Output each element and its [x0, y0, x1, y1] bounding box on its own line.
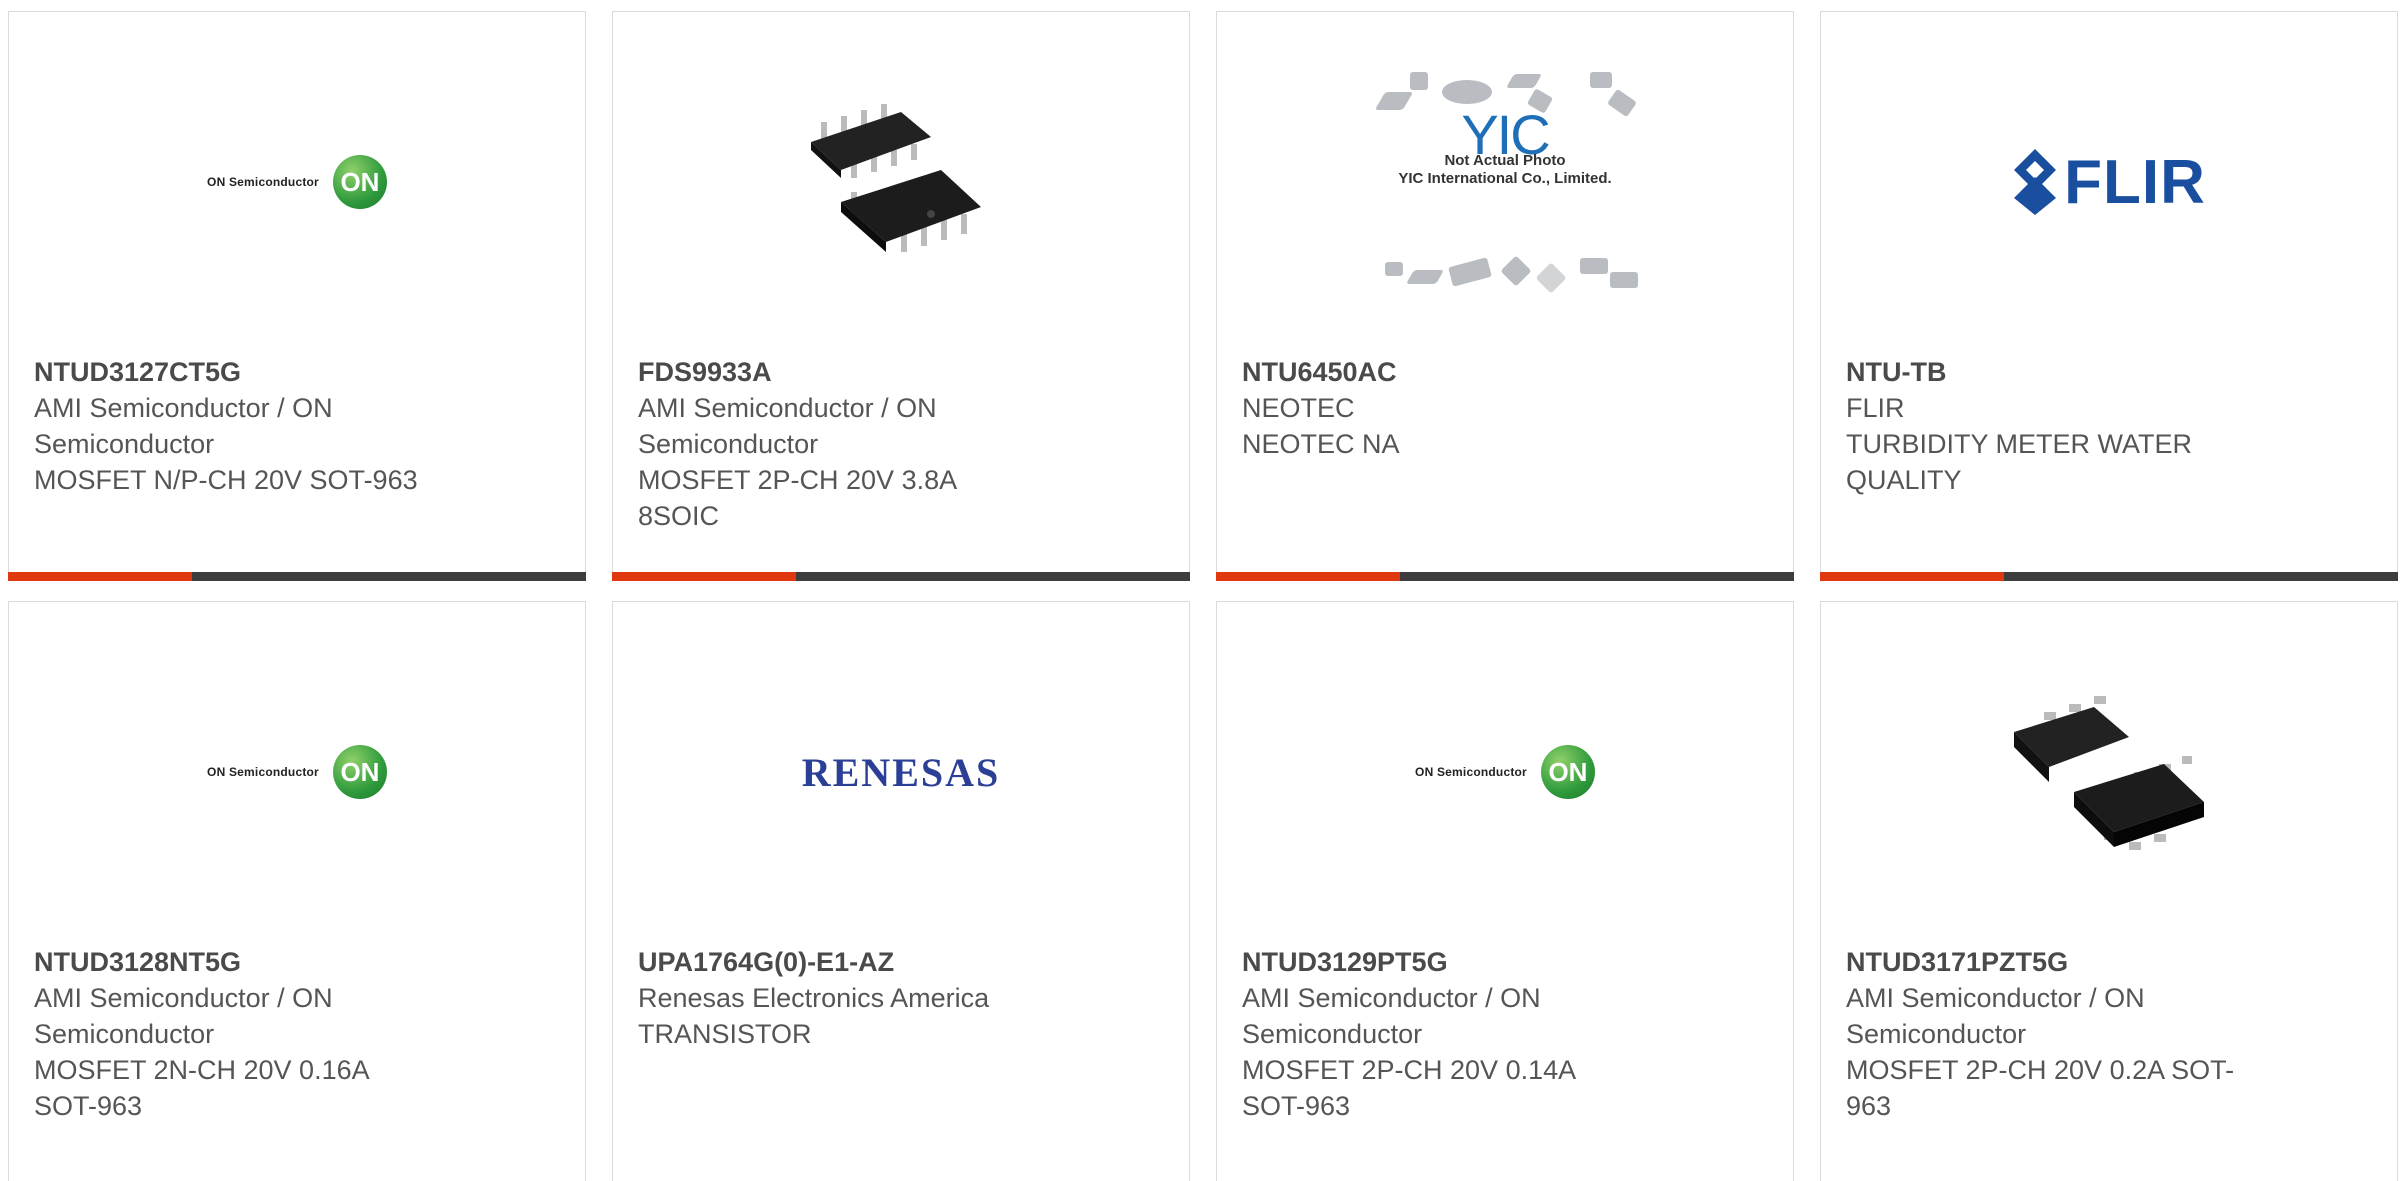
yic-caption: Not Actual Photo	[1444, 152, 1566, 169]
logo-text: FLIR	[2064, 147, 2206, 217]
on-badge-icon: ON	[1540, 745, 1595, 799]
card-accent	[8, 572, 192, 581]
description: QUALITY	[1846, 465, 1962, 495]
on-badge-icon: ON	[332, 745, 387, 799]
manufacturer: AMI Semiconductor / ON	[34, 983, 333, 1013]
description: SOT-963	[1242, 1091, 1351, 1121]
card-bottom-bar	[8, 572, 586, 581]
part-number[interactable]: NTU-TB	[1846, 354, 2266, 390]
manufacturer: Renesas Electronics America	[638, 983, 990, 1013]
manufacturer: FLIR	[1846, 393, 1905, 423]
description: NEOTEC NA	[1242, 429, 1400, 459]
card-accent	[612, 572, 796, 581]
product-card[interactable]: ON Semiconductor ON NTUD3129PT5G AMI Sem…	[1216, 601, 1794, 1181]
manufacturer: Semiconductor	[34, 1019, 215, 1049]
product-image[interactable]: ON Semiconductor ON	[9, 12, 585, 352]
part-number[interactable]: FDS9933A	[638, 354, 1058, 390]
part-number[interactable]: NTUD3128NT5G	[34, 944, 454, 980]
flir-diamond-icon	[2014, 149, 2057, 215]
logo-text: ON Semiconductor	[207, 765, 319, 779]
part-number[interactable]: NTU6450AC	[1242, 354, 1662, 390]
renesas-logo: RENESAS	[801, 749, 1001, 795]
product-card[interactable]: ON Semiconductor ON NTUD3128NT5G AMI Sem…	[8, 601, 586, 1181]
manufacturer: AMI Semiconductor / ON	[1242, 983, 1541, 1013]
card-accent	[1216, 572, 1400, 581]
description: TURBIDITY METER WATER	[1846, 429, 2193, 459]
description: MOSFET N/P-CH 20V SOT-963	[34, 465, 418, 495]
product-card[interactable]: RENESAS UPA1764G(0)-E1-AZ Renesas Electr…	[612, 601, 1190, 1181]
yic-placeholder-logo: YIC Not Actual Photo YIC International C…	[1370, 62, 1640, 302]
product-image[interactable]: YIC Not Actual Photo YIC International C…	[1217, 12, 1793, 352]
description: MOSFET 2N-CH 20V 0.16A	[34, 1055, 370, 1085]
logo-text: ON Semiconductor	[1415, 765, 1527, 779]
manufacturer: Semiconductor	[1846, 1019, 2027, 1049]
on-semiconductor-logo: ON Semiconductor ON	[207, 155, 387, 209]
manufacturer: AMI Semiconductor / ON	[34, 393, 333, 423]
description: MOSFET 2P-CH 20V 0.2A SOT-	[1846, 1055, 2235, 1085]
on-badge-icon: ON	[332, 155, 387, 209]
description: 8SOIC	[638, 501, 720, 531]
manufacturer: AMI Semiconductor / ON	[638, 393, 937, 423]
logo-text: ON Semiconductor	[207, 175, 319, 189]
manufacturer: NEOTEC	[1242, 393, 1355, 423]
product-image[interactable]	[1821, 602, 2397, 942]
product-image[interactable]: ON Semiconductor ON	[1217, 602, 1793, 942]
description: SOT-963	[34, 1091, 143, 1121]
soic-chip-icon	[811, 104, 981, 252]
product-card[interactable]: FLIR NTU-TB FLIR TURBIDITY METER WATER Q…	[1820, 11, 2398, 581]
card-bottom-bar	[1820, 572, 2398, 581]
part-number[interactable]: NTUD3171PZT5G	[1846, 944, 2266, 980]
product-card[interactable]: FDS9933A AMI Semiconductor / ON Semicond…	[612, 11, 1190, 581]
card-bottom-bar	[612, 572, 1190, 581]
manufacturer: Semiconductor	[638, 429, 819, 459]
product-image[interactable]: FLIR	[1821, 12, 2397, 352]
yic-caption: YIC International Co., Limited.	[1398, 170, 1612, 187]
part-number[interactable]: UPA1764G(0)-E1-AZ	[638, 944, 1058, 980]
description: MOSFET 2P-CH 20V 0.14A	[1242, 1055, 1577, 1085]
product-card[interactable]: YIC Not Actual Photo YIC International C…	[1216, 11, 1794, 581]
product-card[interactable]: ON Semiconductor ON NTUD3127CT5G AMI Sem…	[8, 11, 586, 581]
part-number[interactable]: NTUD3129PT5G	[1242, 944, 1662, 980]
card-bottom-bar	[1216, 572, 1794, 581]
on-semiconductor-logo: ON Semiconductor ON	[1415, 745, 1595, 799]
description: TRANSISTOR	[638, 1019, 812, 1049]
manufacturer: Semiconductor	[34, 429, 215, 459]
description: 963	[1846, 1091, 1892, 1121]
manufacturer: Semiconductor	[1242, 1019, 1423, 1049]
manufacturer: AMI Semiconductor / ON	[1846, 983, 2145, 1013]
sot-chip-icon	[2014, 696, 2204, 850]
product-grid: ON Semiconductor ON NTUD3127CT5G AMI Sem…	[0, 0, 2400, 1181]
product-image[interactable]: RENESAS	[613, 602, 1189, 942]
part-number[interactable]: NTUD3127CT5G	[34, 354, 454, 390]
card-accent	[1820, 572, 2004, 581]
description: MOSFET 2P-CH 20V 3.8A	[638, 465, 958, 495]
product-image[interactable]	[613, 12, 1189, 352]
flir-logo: FLIR	[2012, 147, 2206, 218]
product-image[interactable]: ON Semiconductor ON	[9, 602, 585, 942]
product-card[interactable]: NTUD3171PZT5G AMI Semiconductor / ON Sem…	[1820, 601, 2398, 1181]
on-semiconductor-logo: ON Semiconductor ON	[207, 745, 387, 799]
